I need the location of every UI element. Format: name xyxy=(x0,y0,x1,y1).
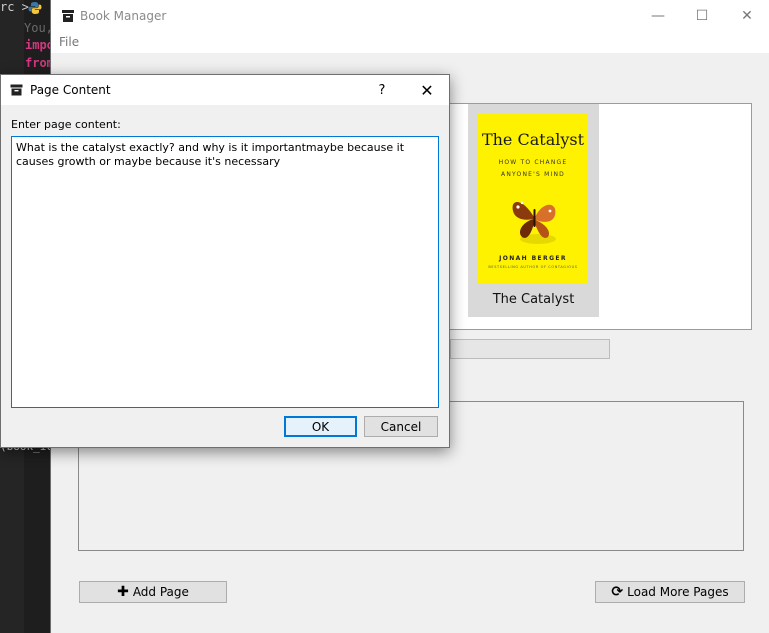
dialog-app-icon xyxy=(10,84,23,96)
cover-subtitle-line2: ANYONE'S MIND xyxy=(501,171,565,178)
cover-author: JONAH BERGER xyxy=(499,255,567,262)
book-title-label: The Catalyst xyxy=(492,292,575,307)
maximize-icon: ☐ xyxy=(695,8,709,24)
cancel-label: Cancel xyxy=(380,419,422,434)
menu-bar: File xyxy=(51,33,769,53)
content-prompt-label: Enter page content: xyxy=(11,118,121,131)
progress-bar xyxy=(450,339,610,359)
editor-blame-text: You, xyxy=(24,21,53,35)
close-button[interactable]: ✕ xyxy=(724,0,769,32)
python-icon xyxy=(28,2,42,14)
page-content-textarea[interactable]: What is the catalyst exactly? and why is… xyxy=(11,136,439,408)
cover-subtitle-line1: HOW TO CHANGE xyxy=(498,159,568,166)
add-page-label: Add Page xyxy=(132,585,189,599)
minimize-button[interactable]: — xyxy=(635,0,681,32)
book-cover: The Catalyst HOW TO CHANGE ANYONE'S MIND xyxy=(478,114,588,283)
ok-label: OK xyxy=(311,419,330,434)
ok-button[interactable]: OK xyxy=(284,416,357,437)
dialog-close-button[interactable]: ✕ xyxy=(409,75,445,105)
load-more-label: Load More Pages xyxy=(627,585,729,599)
cover-subtitle: HOW TO CHANGE ANYONE'S MIND xyxy=(478,157,588,181)
dialog-titlebar[interactable]: Page Content ? ✕ xyxy=(1,75,449,105)
butterfly-icon xyxy=(512,201,556,244)
close-icon: ✕ xyxy=(420,80,434,100)
add-page-button[interactable]: ✚ Add Page xyxy=(79,581,227,603)
maximize-button[interactable]: ☐ xyxy=(679,0,725,32)
book-card[interactable]: The Catalyst HOW TO CHANGE ANYONE'S MIND xyxy=(468,104,599,317)
window-title: Book Manager xyxy=(80,9,167,23)
app-icon xyxy=(62,10,74,22)
refresh-icon: ⟳ xyxy=(611,584,624,600)
help-button[interactable]: ? xyxy=(367,75,397,105)
minimize-icon: — xyxy=(651,8,665,24)
load-more-pages-button[interactable]: ⟳ Load More Pages xyxy=(595,581,745,603)
dialog-title: Page Content xyxy=(30,83,111,97)
cover-tagline: BESTSELLING AUTHOR OF CONTAGIOUS xyxy=(488,265,578,269)
page-content-dialog: Page Content ? ✕ Enter page content: Wha… xyxy=(0,74,450,448)
close-icon: ✕ xyxy=(741,8,753,24)
cover-title: The Catalyst xyxy=(481,130,585,149)
cancel-button[interactable]: Cancel xyxy=(364,416,438,437)
main-titlebar[interactable]: Book Manager — ☐ ✕ xyxy=(51,0,769,33)
help-icon: ? xyxy=(378,82,386,98)
menu-file[interactable]: File xyxy=(59,35,79,49)
plus-icon: ✚ xyxy=(117,584,129,600)
editor-breadcrumb[interactable]: rc > xyxy=(0,0,29,14)
